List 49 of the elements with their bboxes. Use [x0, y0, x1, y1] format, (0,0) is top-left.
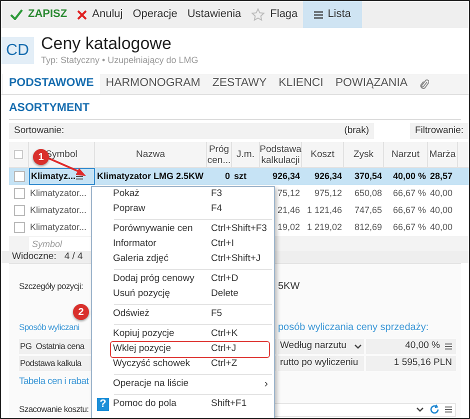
- table-cell-text: szt: [234, 170, 247, 183]
- field-value: (brak): [344, 124, 369, 138]
- field-label: rutto po wyliczeniu: [278, 356, 364, 371]
- field-value: 40,00 %: [405, 339, 440, 354]
- section-title: ASORTYMENT: [9, 101, 90, 115]
- field-value: Podstawa kalkula: [20, 357, 82, 370]
- table-cell-text: 40,00: [430, 204, 453, 217]
- field-value: Według narzutu: [280, 339, 346, 354]
- visible-label: Widoczne:: [12, 250, 56, 264]
- field-label: Sortowanie:: [14, 124, 64, 138]
- table-cell-text: 1 219,02: [306, 220, 342, 234]
- field-value: 5KW: [278, 280, 300, 294]
- table-cell-text: 975,12: [314, 186, 342, 200]
- table-cell-text: 75,12: [277, 186, 300, 200]
- table-cell-text: 40,00: [430, 220, 453, 234]
- section-heading: posób wyliczania ceny sprzedaży:: [278, 320, 429, 334]
- table-cell-text: 812,69: [354, 220, 382, 234]
- table-cell-text: 747,65: [354, 204, 382, 217]
- table-cell-text: 0: [224, 170, 230, 183]
- table-cell-text: Klimatyzator...: [30, 204, 87, 217]
- table-cell-text: 40,00: [430, 186, 453, 200]
- table-cell-text: Klimatyzator...: [30, 220, 87, 234]
- help-icon: ?: [97, 398, 109, 411]
- field-label: Szacowanie kosztu:: [19, 403, 90, 416]
- table-cell-text: Klimatyz...: [31, 170, 76, 183]
- table-cell-text: 19,02: [277, 220, 300, 234]
- table-cell-text: 926,34: [272, 170, 300, 183]
- page-title: Ceny katalogowe: [41, 34, 172, 54]
- page-subtitle: Typ: Statyczny • Uzupełniający do LMG: [41, 54, 198, 66]
- table-cell-text: 21,46: [277, 204, 300, 217]
- table-cell-text: 370,54: [354, 170, 382, 183]
- field-label: Filtrowanie:: [415, 124, 464, 138]
- field-label: Szczegóły pozycji:: [19, 280, 84, 291]
- table-cell-text: 66,67 %: [392, 186, 426, 200]
- field-value: PG Ostatnia cena: [20, 340, 84, 353]
- table-cell-text: 28,57: [430, 170, 453, 183]
- section-heading: Sposób wyliczani: [19, 322, 80, 332]
- document-badge: CD: [1, 37, 34, 64]
- visible-count: 4 / 4: [64, 250, 83, 264]
- table-cell-text: 66,67 %: [392, 220, 426, 234]
- table-cell-text: Klimatyzator...: [30, 186, 87, 200]
- table-cell-text: Klimatyzator LMG 2.5KW: [97, 170, 204, 183]
- table-cell-text: 40,00 %: [392, 170, 426, 183]
- section-heading: Tabela cen i rabat: [19, 374, 89, 389]
- table-cell-text: 1 121,46: [306, 204, 342, 217]
- gross-value: 1 595,16 PLN: [366, 356, 456, 371]
- table-cell-text: 650,08: [354, 186, 382, 200]
- table-cell-text: 66,67 %: [392, 204, 426, 217]
- table-cell-text: 926,34: [314, 170, 342, 183]
